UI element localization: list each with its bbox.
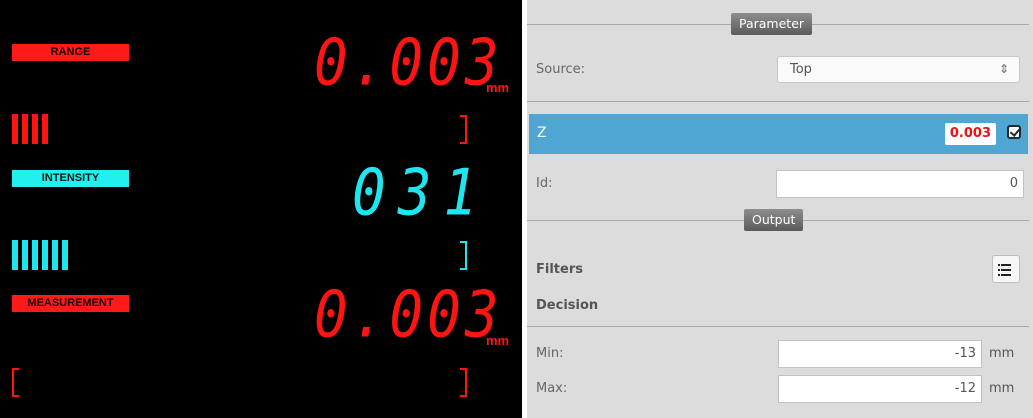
measurement-bracket-left bbox=[12, 368, 19, 397]
select-arrows-icon: ⇕ bbox=[998, 62, 1009, 76]
measurement-label: MEASUREMENT bbox=[12, 295, 129, 312]
max-input[interactable]: -12 bbox=[778, 375, 982, 403]
range-unit: mm bbox=[486, 80, 510, 95]
list-icon bbox=[998, 264, 1000, 266]
z-value-badge: 0.003 bbox=[944, 123, 996, 145]
intensity-bar bbox=[42, 240, 48, 270]
source-select-value: Top bbox=[790, 62, 812, 77]
source-label: Source: bbox=[536, 62, 586, 77]
sensor-display: RANGE 0.003 mm INTENSITY 031 MEASUREMENT… bbox=[0, 0, 522, 418]
range-label: RANGE bbox=[12, 44, 129, 61]
max-label: Max: bbox=[536, 381, 568, 396]
intensity-bracket-right bbox=[460, 241, 467, 270]
list-icon-dot bbox=[998, 269, 1000, 271]
min-input[interactable]: -13 bbox=[778, 340, 982, 368]
range-bar bbox=[22, 114, 28, 144]
intensity-bar bbox=[52, 240, 58, 270]
decision-label: Decision bbox=[536, 298, 599, 313]
id-input[interactable]: 0 bbox=[776, 170, 1024, 198]
z-label: Z bbox=[537, 125, 547, 141]
z-checkbox[interactable] bbox=[1007, 125, 1021, 139]
intensity-label: INTENSITY bbox=[12, 170, 129, 187]
parameter-section-title: Parameter bbox=[731, 13, 813, 35]
output-section-title: Output bbox=[744, 209, 804, 231]
measurement-unit: mm bbox=[486, 333, 510, 348]
range-bracket-right bbox=[460, 115, 467, 144]
list-icon-dot bbox=[998, 274, 1000, 276]
parameter-panel: Parameter Source: Top ⇕ Z 0.003 Id: 0 Ou… bbox=[527, 0, 1033, 418]
section-divider bbox=[527, 101, 1029, 102]
list-icon-line bbox=[1001, 269, 1011, 271]
list-icon-line bbox=[1001, 264, 1011, 266]
range-bar bbox=[42, 114, 48, 144]
intensity-bar-graph bbox=[12, 240, 68, 270]
range-value: 0.003 bbox=[314, 26, 503, 101]
source-select[interactable]: Top ⇕ bbox=[777, 56, 1020, 83]
measurement-bracket-right bbox=[460, 368, 467, 397]
filters-label: Filters bbox=[536, 262, 583, 277]
intensity-bar bbox=[12, 240, 18, 270]
measurement-value: 0.003 bbox=[314, 278, 503, 353]
range-bar bbox=[32, 114, 38, 144]
max-unit: mm bbox=[989, 381, 1015, 396]
filters-list-button[interactable] bbox=[992, 255, 1020, 283]
intensity-value: 031 bbox=[352, 156, 490, 231]
min-unit: mm bbox=[989, 346, 1015, 361]
range-bar bbox=[12, 114, 18, 144]
section-divider bbox=[527, 326, 1029, 327]
z-output-row[interactable]: Z 0.003 bbox=[529, 114, 1028, 154]
id-label: Id: bbox=[536, 176, 553, 191]
list-icon-line bbox=[1001, 274, 1011, 276]
intensity-bar bbox=[62, 240, 68, 270]
range-bar-graph bbox=[12, 114, 48, 144]
min-label: Min: bbox=[536, 346, 564, 361]
intensity-bar bbox=[22, 240, 28, 270]
intensity-bar bbox=[32, 240, 38, 270]
